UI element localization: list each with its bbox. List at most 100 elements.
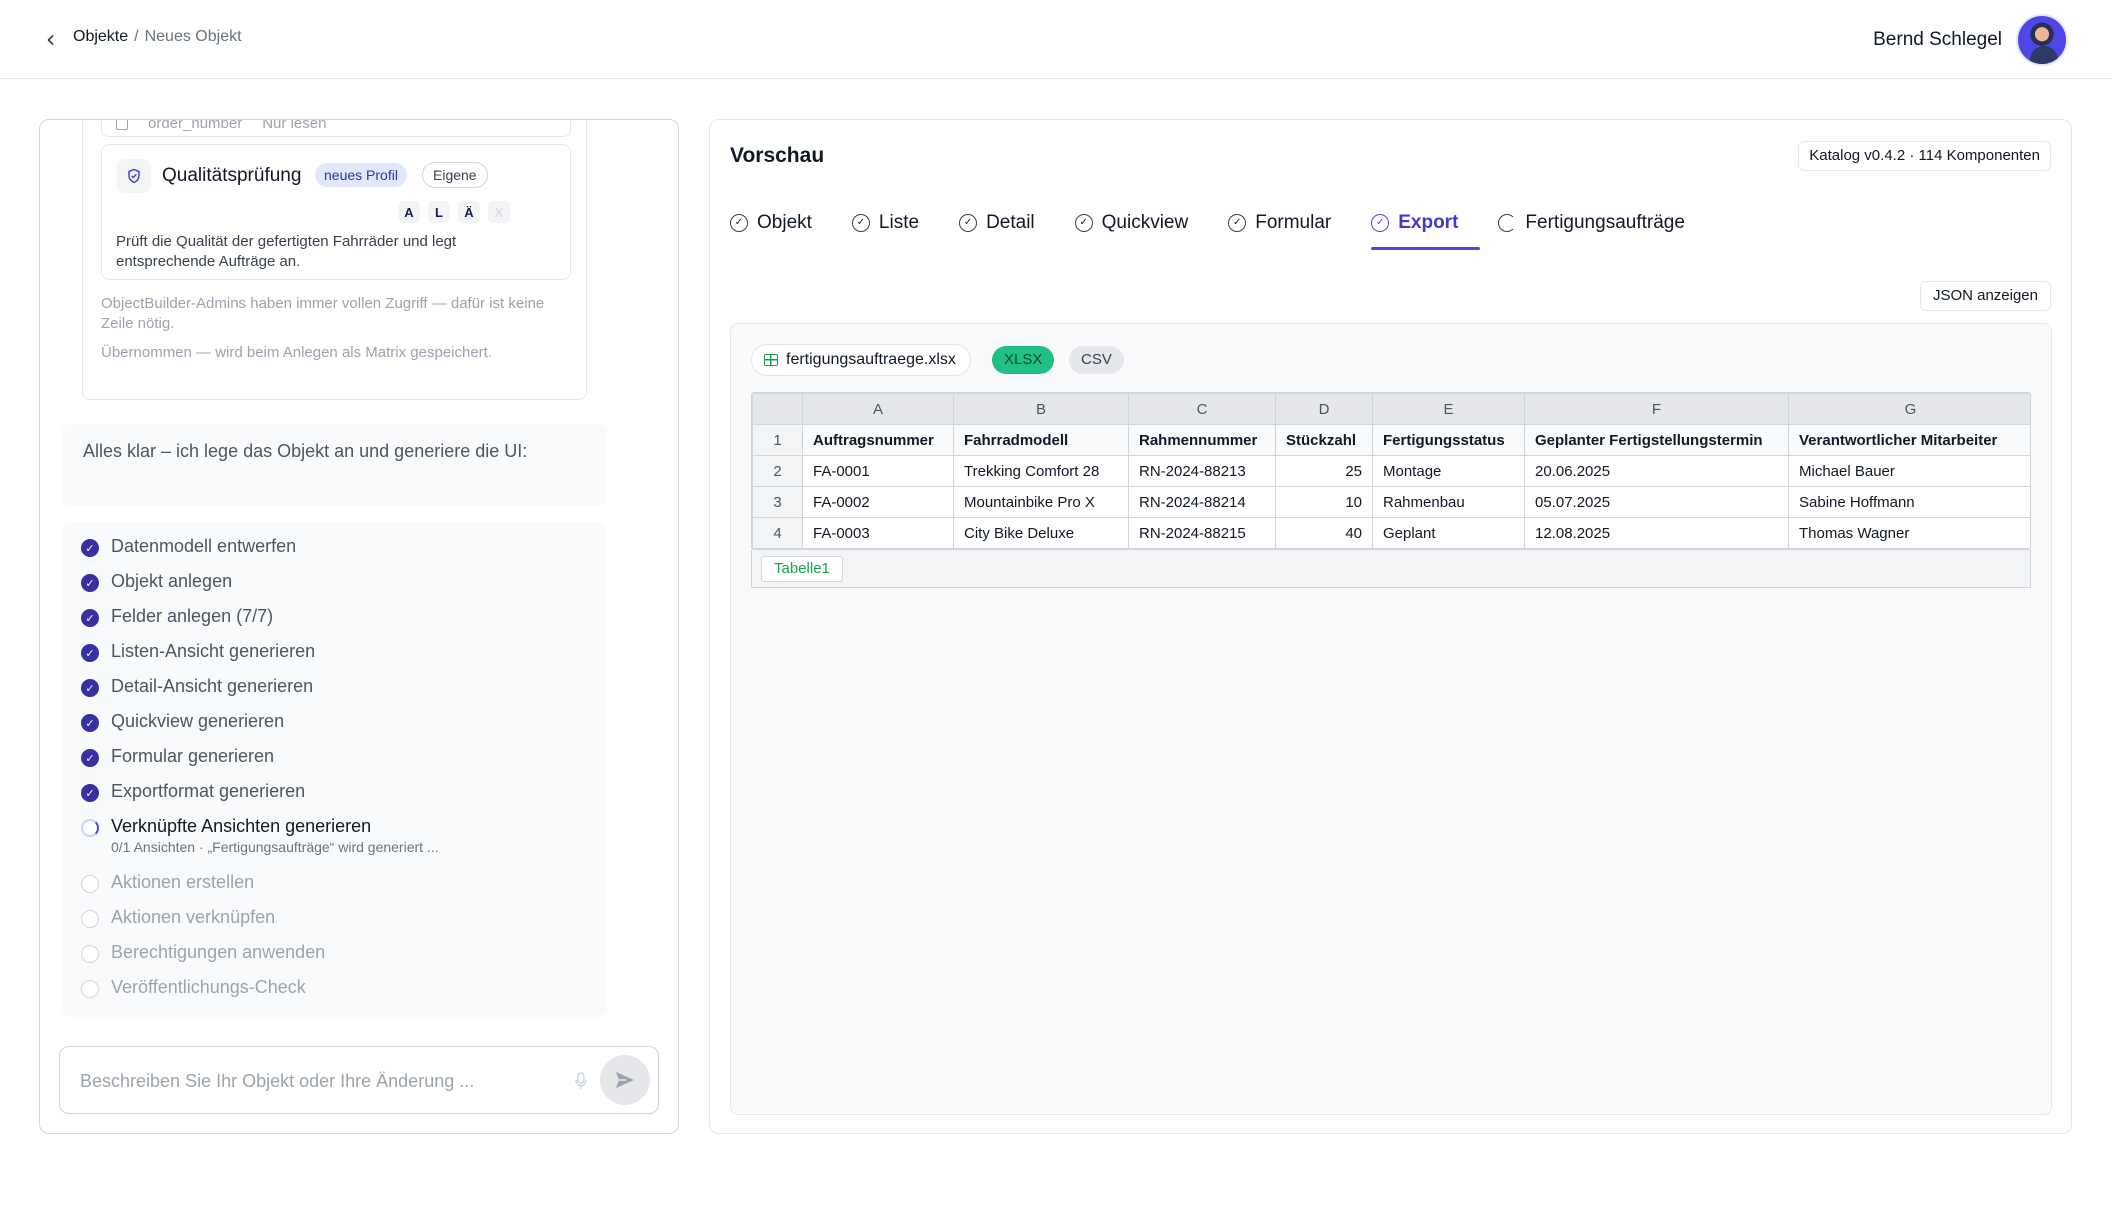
tab-quickview[interactable]: ✓ Quickview <box>1074 196 1211 250</box>
breadcrumb: Objekte / Neues Objekt <box>73 28 242 46</box>
step-label: Formular generieren <box>111 746 275 766</box>
step-item: ✓ Listen-Ansicht generieren <box>81 641 315 662</box>
assistant-panel: order_number Nur lesen Qualitätsprüfung … <box>39 119 679 1134</box>
breadcrumb-objects-link[interactable]: Objekte <box>73 28 128 46</box>
check-circle-icon: ✓ <box>81 714 99 732</box>
table-cell: Trekking Comfort 28 <box>953 455 1129 487</box>
table-cell: Montage <box>1372 455 1525 487</box>
tab-fertigungsauftraege[interactable]: Fertigungsaufträge <box>1498 196 1685 250</box>
table-cell: FA-0002 <box>802 486 954 518</box>
step-label: Felder anlegen (7/7) <box>111 606 274 626</box>
tab-objekt[interactable]: ✓ Objekt <box>730 196 834 250</box>
check-circle-icon: ✓ <box>851 214 870 232</box>
tab-export[interactable]: ✓ Export <box>1371 196 1481 250</box>
step-sublabel: 0/1 Ansichten · „Fertigungsaufträge“ wir… <box>111 839 439 855</box>
table-cell: 25 <box>1275 455 1373 487</box>
sheet-tab[interactable]: Tabelle1 <box>761 556 843 582</box>
step-label: Veröffentlichungs-Check <box>111 977 306 997</box>
column-header: B <box>953 393 1129 425</box>
step-item-running: Verknüpfte Ansichten generieren 0/1 Ansi… <box>81 816 439 855</box>
file-name: fertigungsauftraege.xlsx <box>786 351 956 368</box>
circle-icon <box>81 980 99 998</box>
permissions-card: order_number Nur lesen Qualitätsprüfung … <box>82 119 587 400</box>
catalog-badge: Katalog v0.4.2 · 114 Komponenten <box>1798 141 2051 171</box>
step-item: Veröffentlichungs-Check <box>81 977 306 998</box>
avatar[interactable] <box>2016 14 2068 66</box>
tab-formular[interactable]: ✓ Formular <box>1228 196 1353 250</box>
column-header: F <box>1524 393 1789 425</box>
check-circle-icon: ✓ <box>81 609 99 627</box>
table-cell: Sabine Hoffmann <box>1788 486 2030 518</box>
table-cell: 40 <box>1275 517 1373 549</box>
step-label: Datenmodell entwerfen <box>111 536 297 556</box>
permission-toggle-lesen[interactable]: L <box>428 201 450 223</box>
send-icon <box>616 1072 634 1088</box>
prompt-input-box <box>59 1046 659 1114</box>
table-cell: Rahmenbau <box>1372 486 1525 518</box>
step-label: Berechtigungen anwenden <box>111 942 326 962</box>
new-profile-badge: neues Profil <box>315 163 407 187</box>
field-permission-row: order_number Nur lesen <box>101 119 571 137</box>
table-cell: FA-0003 <box>802 517 954 549</box>
top-bar: Objekte / Neues Objekt Bernd Schlegel <box>0 0 2112 79</box>
permission-toggle-loeschen[interactable]: X <box>488 201 510 223</box>
step-item: ✓ Datenmodell entwerfen <box>81 536 296 557</box>
spreadsheet-preview: A B C D E F G 1 Auftragsnummer Fahrradmo… <box>751 392 2031 550</box>
check-circle-icon: ✓ <box>730 214 748 232</box>
check-circle-icon: ✓ <box>81 784 99 802</box>
shield-icon <box>117 159 151 193</box>
table-cell: Fahrradmodell <box>953 424 1129 456</box>
step-item: Aktionen erstellen <box>81 872 254 893</box>
send-button[interactable] <box>600 1055 650 1105</box>
step-label: Aktionen verknüpfen <box>111 907 276 927</box>
assistant-message: Alles klar – ich lege das Objekt an und … <box>61 424 607 506</box>
loading-icon <box>1498 214 1517 232</box>
permission-toggle-aendern[interactable]: Ä <box>458 201 480 223</box>
microphone-icon[interactable] <box>571 1070 591 1092</box>
format-xlsx-toggle[interactable]: XLSX <box>992 346 1055 374</box>
check-circle-icon: ✓ <box>81 679 99 697</box>
step-label: Objekt anlegen <box>111 571 233 591</box>
check-circle-icon: ✓ <box>81 749 99 767</box>
sheet-corner <box>752 393 803 425</box>
row-number: 4 <box>752 517 803 549</box>
tab-detail[interactable]: ✓ Detail <box>959 196 1057 250</box>
column-header: G <box>1788 393 2030 425</box>
format-csv-toggle[interactable]: CSV <box>1069 346 1124 374</box>
user-menu[interactable]: Bernd Schlegel <box>1873 14 2068 66</box>
step-label: Aktionen erstellen <box>111 872 255 892</box>
row-number: 3 <box>752 486 803 518</box>
tab-liste[interactable]: ✓ Liste <box>851 196 941 250</box>
user-name: Bernd Schlegel <box>1873 29 2002 50</box>
breadcrumb-current: Neues Objekt <box>144 28 242 45</box>
table-cell: Verantwortlicher Mitarbeiter <box>1788 424 2030 456</box>
back-button[interactable] <box>37 26 65 54</box>
preview-tabs: ✓ Objekt ✓ Liste ✓ Detail ✓ Quickview ✓ Formu… <box>730 196 1685 250</box>
step-item: ✓ Felder anlegen (7/7) <box>81 606 273 627</box>
export-preview: fertigungsauftraege.xlsx XLSX CSV A B C … <box>730 323 2052 1115</box>
table-cell: FA-0001 <box>802 455 954 487</box>
table-cell: Auftragsnummer <box>802 424 954 456</box>
matrix-info-text: Übernommen — wird beim Anlegen als Matri… <box>101 344 493 361</box>
table-cell: RN-2024-88213 <box>1128 455 1276 487</box>
step-item: ✓ Formular generieren <box>81 746 274 767</box>
role-title: Qualitätsprüfung <box>162 165 302 186</box>
column-header: C <box>1128 393 1276 425</box>
table-cell: Geplant <box>1372 517 1525 549</box>
prompt-input[interactable] <box>80 1067 540 1095</box>
circle-icon <box>81 910 99 928</box>
permission-toggles: A L Ä X <box>398 201 510 223</box>
field-access: Nur lesen <box>262 119 327 132</box>
check-circle-icon: ✓ <box>1371 214 1390 232</box>
table-cell: Stückzahl <box>1275 424 1373 456</box>
column-header: D <box>1275 393 1373 425</box>
show-json-button[interactable]: JSON anzeigen <box>1919 281 2051 311</box>
permission-toggle-anlegen[interactable]: A <box>398 201 420 223</box>
table-row: 1 Auftragsnummer Fahrradmodell Rahmennum… <box>752 424 2030 456</box>
progress-steps: ✓ Datenmodell entwerfen ✓ Objekt anlegen… <box>61 522 607 1017</box>
file-chip: fertigungsauftraege.xlsx <box>751 344 971 376</box>
field-checkbox[interactable] <box>116 120 128 130</box>
sheet-tab-bar: Tabelle1 <box>751 550 2031 588</box>
table-cell: Thomas Wagner <box>1788 517 2030 549</box>
table-cell: Michael Bauer <box>1788 455 2030 487</box>
